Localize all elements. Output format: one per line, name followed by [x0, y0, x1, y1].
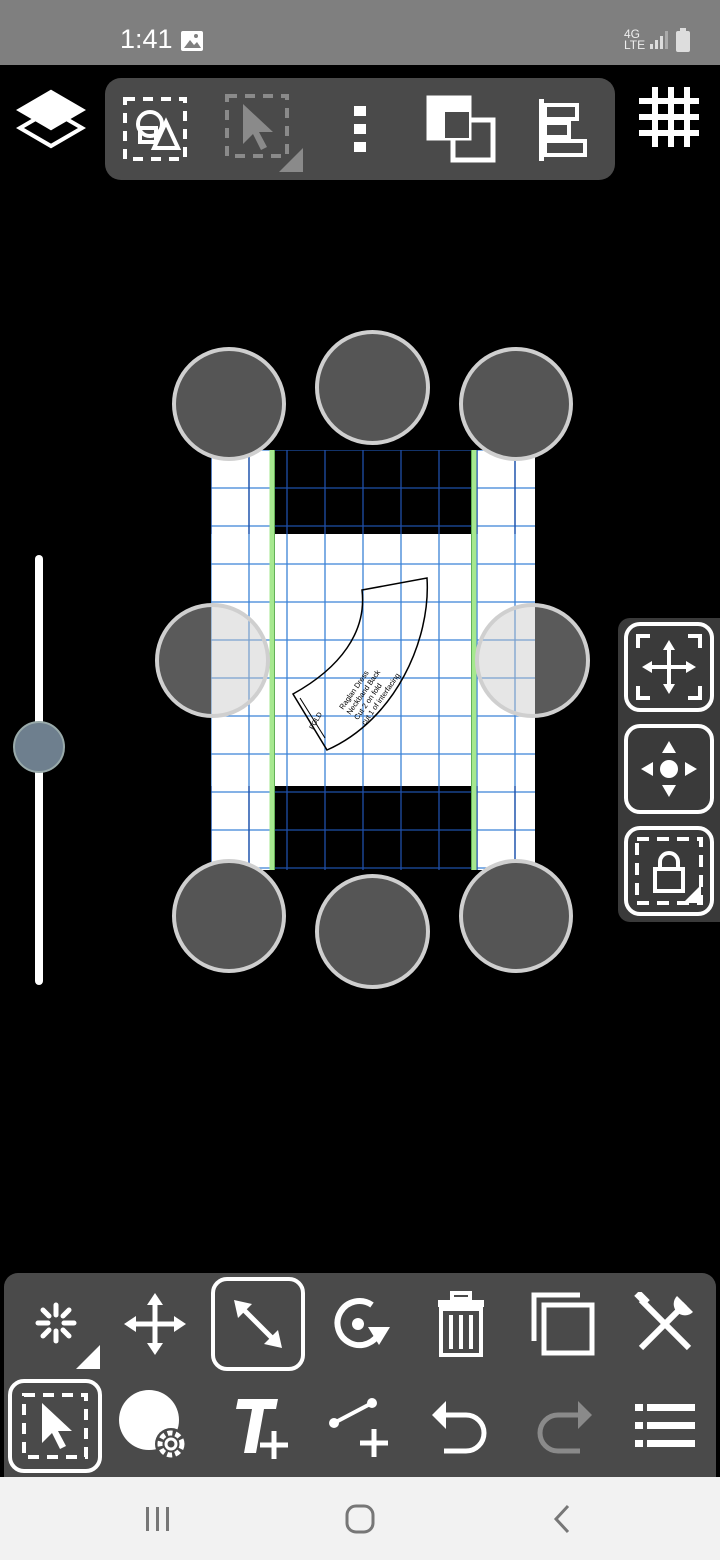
signal-icon: [650, 31, 668, 49]
top-toolbar: [105, 78, 615, 180]
move-button[interactable]: [108, 1277, 202, 1371]
lock-aspect-button[interactable]: [624, 826, 714, 916]
system-nav-bar: [0, 1477, 720, 1560]
add-text-icon: [236, 1399, 288, 1459]
redo-icon: [537, 1401, 592, 1454]
pan-button[interactable]: [624, 724, 714, 814]
fill-settings-icon: [119, 1390, 187, 1460]
image-icon: [181, 31, 203, 51]
delete-button[interactable]: [414, 1277, 508, 1371]
undo-button[interactable]: [414, 1379, 508, 1473]
fit-to-screen-icon: [636, 634, 702, 700]
lock-aspect-icon: [635, 837, 703, 905]
status-right-group: 4G LTE: [624, 28, 690, 52]
layer-order-icon: [426, 95, 496, 163]
more-options-button[interactable]: [335, 94, 385, 164]
layers-button[interactable]: [14, 82, 88, 156]
delete-icon: [438, 1291, 484, 1357]
add-line-button[interactable]: [312, 1379, 406, 1473]
handle-bottom-right[interactable]: [459, 859, 573, 973]
fit-to-screen-button[interactable]: [624, 622, 714, 712]
add-line-icon: [329, 1398, 388, 1457]
scale-button[interactable]: [211, 1277, 305, 1371]
move-icon: [124, 1293, 186, 1355]
select-icon: [22, 1393, 88, 1459]
tools-button[interactable]: [618, 1277, 712, 1371]
scale-icon: [234, 1300, 282, 1348]
redo-button[interactable]: [516, 1379, 610, 1473]
layers-icon: [16, 89, 86, 149]
dark-band-top: [275, 450, 471, 534]
pattern-piece[interactable]: Raglan Dress Neckband Back Cut 2 on fold…: [285, 570, 445, 760]
align-button[interactable]: [525, 92, 601, 168]
select-by-shape-icon: [123, 97, 187, 161]
status-time: 1:41: [120, 24, 173, 54]
handle-top-center[interactable]: [315, 330, 430, 445]
pan-icon: [641, 741, 697, 797]
battery-icon: [676, 28, 690, 52]
back-button[interactable]: [532, 1499, 592, 1539]
more-options-icon: [354, 106, 366, 152]
network-type-icon: 4G LTE: [624, 27, 646, 52]
zoom-slider-thumb[interactable]: [13, 721, 65, 774]
select-region-button[interactable]: [223, 92, 307, 176]
handle-top-left[interactable]: [172, 347, 286, 461]
select-region-icon: [225, 94, 303, 172]
duplicate-button[interactable]: [516, 1277, 610, 1371]
bottom-toolbar: [4, 1273, 716, 1477]
layer-order-button[interactable]: [423, 92, 499, 168]
grid-toggle-button[interactable]: [634, 82, 704, 152]
grid-icon: [639, 87, 699, 147]
rotate-icon: [334, 1298, 390, 1349]
menu-list-button[interactable]: [618, 1379, 712, 1473]
recent-apps-icon: [146, 1507, 169, 1531]
magic-select-icon: [35, 1302, 100, 1369]
handle-middle-left[interactable]: [155, 603, 270, 718]
undo-icon: [432, 1401, 487, 1454]
handle-bottom-left[interactable]: [172, 859, 286, 973]
align-icon: [539, 99, 587, 161]
select-button[interactable]: [8, 1379, 102, 1473]
recent-apps-button[interactable]: [128, 1499, 188, 1539]
home-icon: [345, 1504, 375, 1534]
side-panel: [618, 618, 720, 922]
fill-settings-button[interactable]: [108, 1379, 202, 1473]
menu-list-icon: [635, 1404, 695, 1447]
handle-bottom-center[interactable]: [315, 874, 430, 989]
tools-icon: [634, 1292, 693, 1351]
add-text-button[interactable]: [210, 1379, 304, 1473]
duplicate-icon: [531, 1292, 595, 1356]
handle-top-right[interactable]: [459, 347, 573, 461]
home-button[interactable]: [330, 1499, 390, 1539]
magic-select-button[interactable]: [8, 1277, 102, 1371]
dark-band-bottom: [275, 786, 471, 870]
select-by-shape-button[interactable]: [119, 92, 191, 166]
fold-label: FOLD: [309, 711, 324, 731]
back-icon: [553, 1504, 570, 1534]
handle-middle-right[interactable]: [475, 603, 590, 718]
status-bar: 1:41 4G LTE: [0, 0, 720, 65]
rotate-button[interactable]: [314, 1277, 408, 1371]
